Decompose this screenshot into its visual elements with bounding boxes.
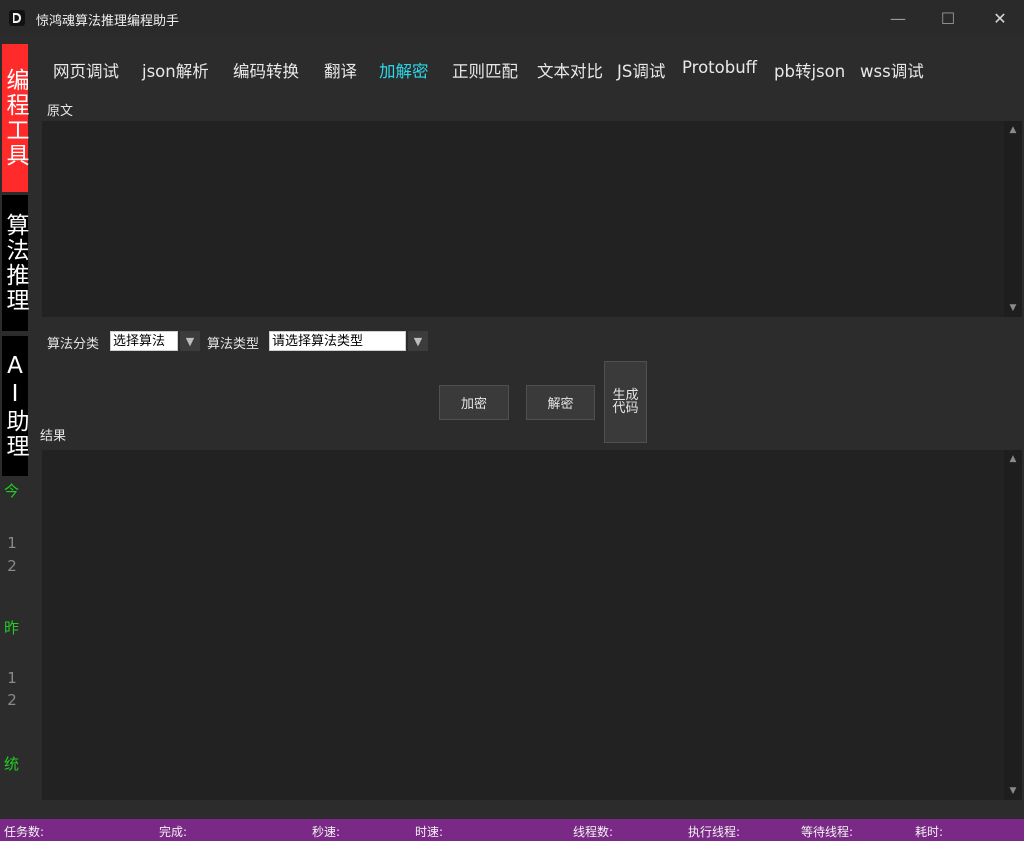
source-label: 原文 [47,104,74,119]
yesterday-value-2: 2 [7,691,17,709]
sidebar-tab-algorithm-inference[interactable]: 算法推理 [2,195,28,331]
today-value-2: 2 [7,557,17,575]
tab-json-parse[interactable]: json解析 [142,58,209,82]
source-textarea[interactable] [42,121,1004,317]
status-tasks: 任务数: [4,825,45,839]
tab-js-debug[interactable]: JS调试 [617,58,665,82]
scroll-up-icon[interactable]: ▲ [1004,452,1022,466]
encrypt-button[interactable]: 加密 [439,385,509,420]
status-per-hour: 时速: [415,825,444,839]
app-title: 惊鸿魂算法推理编程助手 [36,14,180,29]
yesterday-value-1: 1 [7,669,17,687]
status-waiting-threads: 等待线程: [801,825,854,839]
scroll-down-icon[interactable]: ▼ [1004,784,1022,798]
yesterday-label: 昨日 [2,620,20,635]
status-bar: 任务数: 完成: 秒速: 时速: 线程数: 执行线程: 等待线程: 耗时: [0,819,1024,841]
scroll-down-icon[interactable]: ▼ [1004,301,1022,315]
today-value-1: 1 [7,534,17,552]
tab-pb-to-json[interactable]: pb转json [774,58,845,82]
source-scrollbar[interactable]: ▲ ▼ [1004,121,1022,317]
status-threads: 线程数: [573,825,614,839]
tab-encoding-convert[interactable]: 编码转换 [233,58,299,82]
algorithm-type-label: 算法类型 [207,337,260,352]
minimize-icon: — [890,8,906,28]
generate-code-button[interactable]: 生成 代码 [604,361,647,443]
tab-web-debug[interactable]: 网页调试 [53,58,119,82]
tab-wss-debug[interactable]: wss调试 [860,58,924,82]
algorithm-category-select[interactable]: 选择算法 [110,331,178,351]
algorithm-type-select[interactable]: 请选择算法类型 [269,331,406,351]
stats-label: 统计 [2,756,20,771]
sidebar-tab-programming-tools[interactable]: 编程工具 [2,44,28,192]
sidebar-tab-ai-assistant[interactable]: AI助理 [2,336,28,476]
app-logo-icon [9,10,25,26]
result-textarea[interactable] [42,450,1004,800]
chevron-down-icon[interactable]: ▼ [180,331,200,351]
close-icon: ✕ [993,8,1007,28]
app-window: 惊鸿魂算法推理编程助手 — ☐ ✕ 编程工具 算法推理 AI助理 今日 1 2 … [0,0,1024,841]
result-scrollbar[interactable]: ▲ ▼ [1004,450,1022,800]
status-running-threads: 执行线程: [688,825,741,839]
result-label: 结果 [40,429,67,444]
tab-protobuff[interactable]: Protobuff [682,58,757,77]
algorithm-category-label: 算法分类 [47,337,100,352]
status-done: 完成: [159,825,188,839]
status-elapsed: 耗时: [915,825,944,839]
tab-text-diff[interactable]: 文本对比 [537,58,603,82]
minimize-button[interactable]: — [878,4,918,32]
title-bar: 惊鸿魂算法推理编程助手 — ☐ ✕ [0,0,1024,36]
maximize-button[interactable]: ☐ [928,4,968,32]
close-button[interactable]: ✕ [980,4,1020,32]
tab-regex[interactable]: 正则匹配 [452,58,518,82]
decrypt-button[interactable]: 解密 [526,385,595,420]
maximize-icon: ☐ [940,8,956,28]
today-label: 今日 [2,483,20,498]
tab-translate[interactable]: 翻译 [324,58,357,82]
scroll-up-icon[interactable]: ▲ [1004,123,1022,137]
tab-encrypt-decrypt[interactable]: 加解密 [379,58,429,82]
status-per-second: 秒速: [312,825,341,839]
chevron-down-icon[interactable]: ▼ [408,331,428,351]
